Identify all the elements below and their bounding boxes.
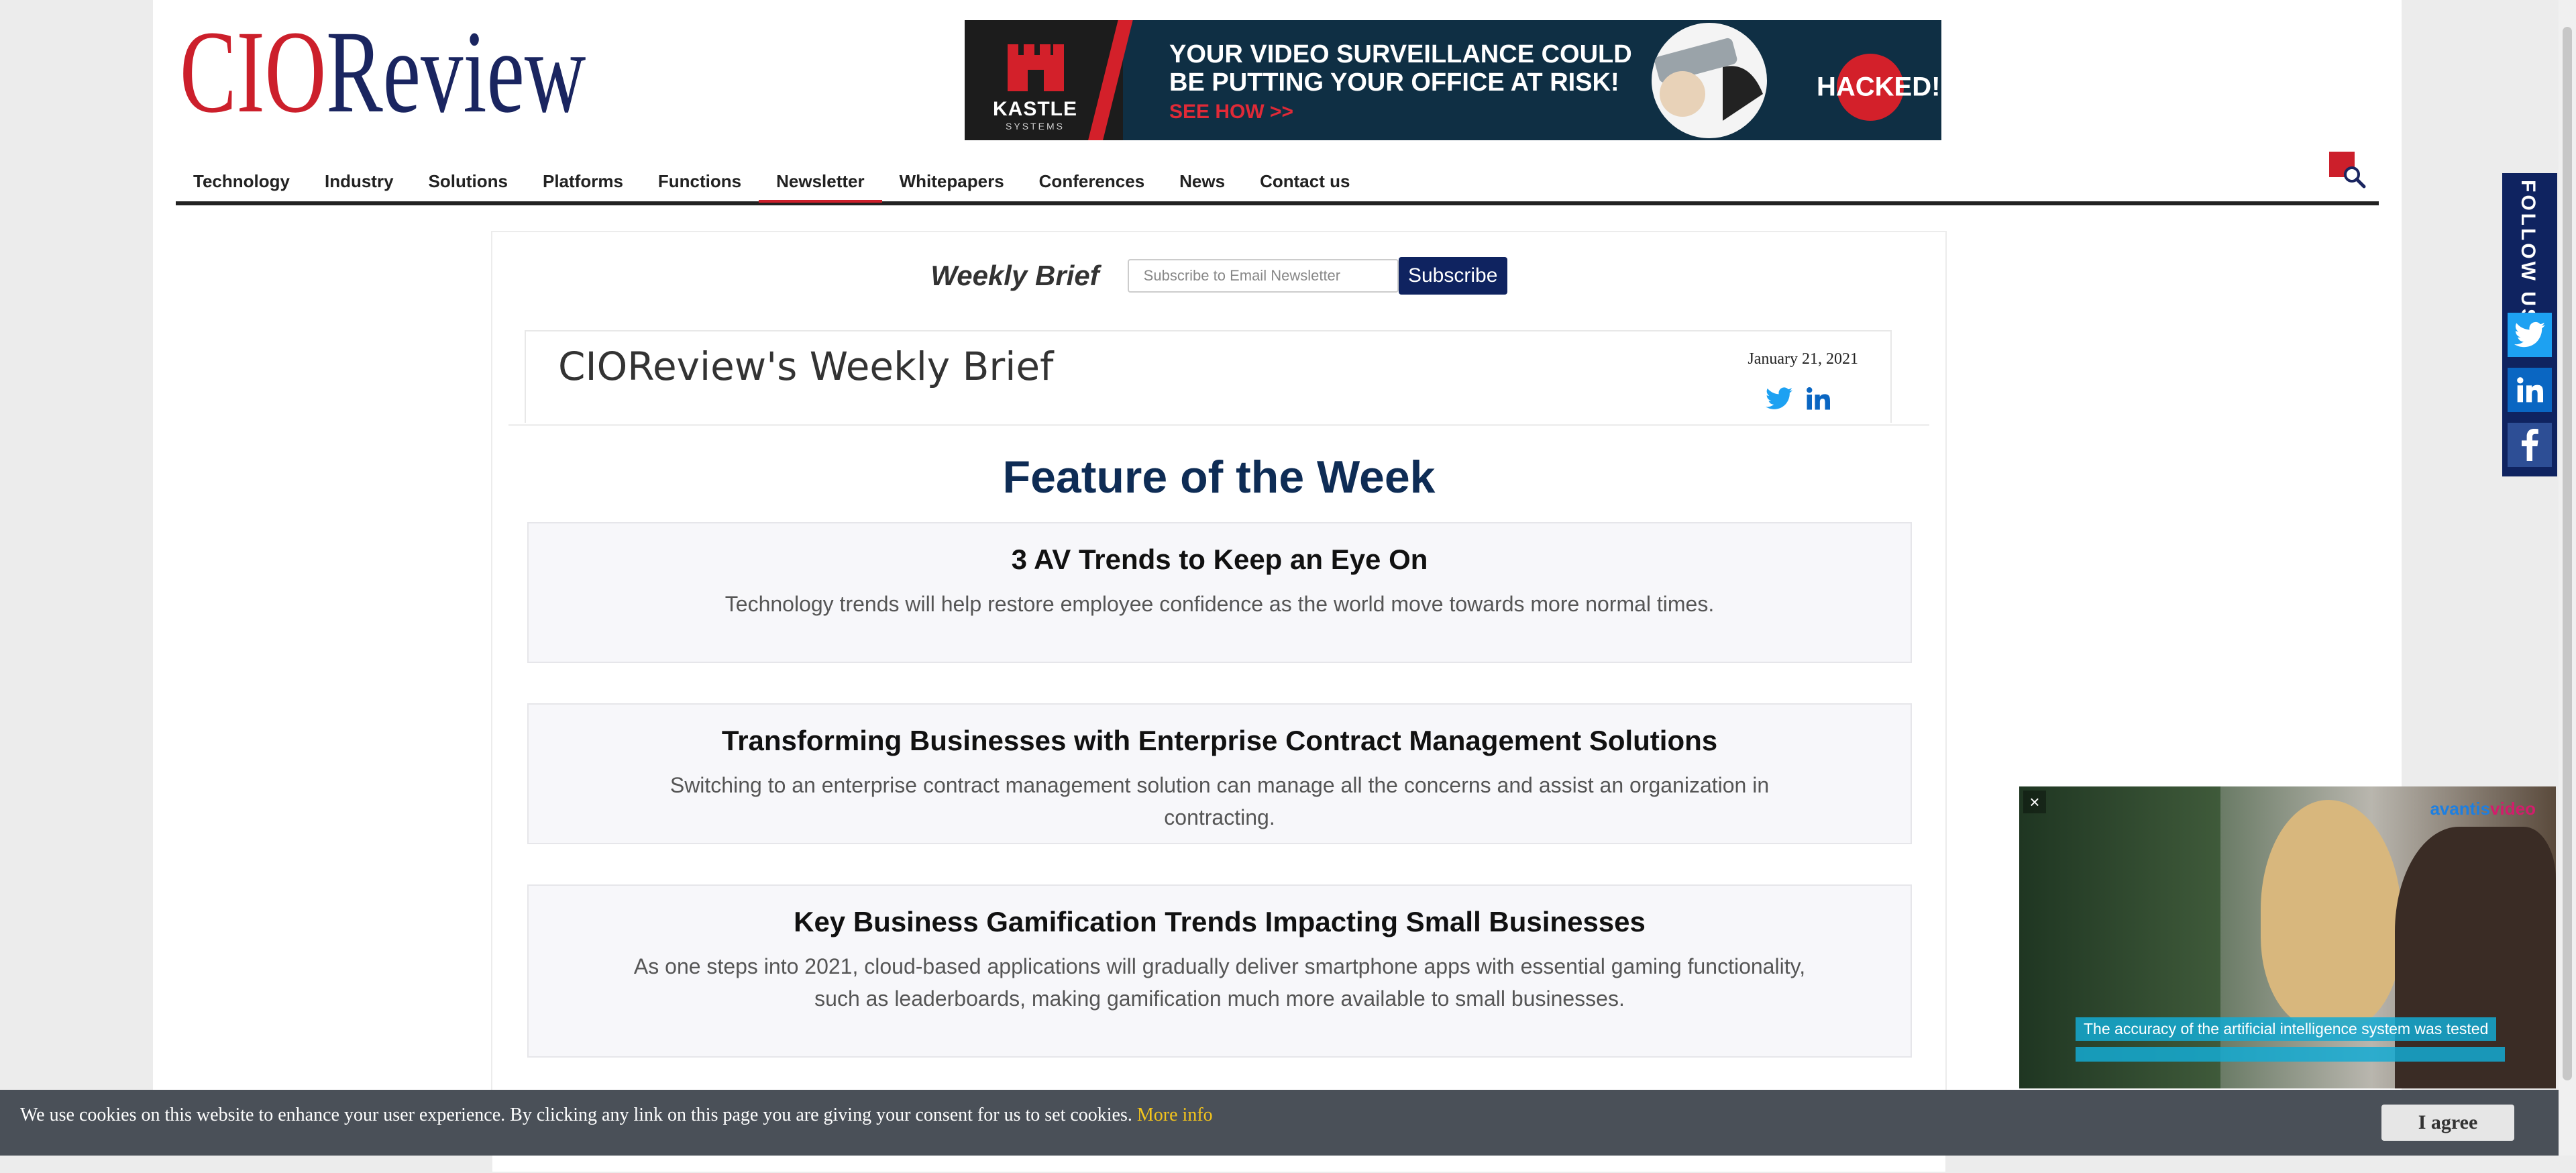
divider [508, 424, 1929, 426]
nav-item-newsletter[interactable]: Newsletter [759, 161, 882, 203]
video-caption-bar [2076, 1047, 2505, 1062]
feature-card-title[interactable]: Transforming Businesses with Enterprise … [529, 725, 1911, 757]
subscribe-row: Weekly Brief Subscribe to Email Newslett… [492, 252, 1945, 299]
follow-linkedin-button[interactable] [2508, 368, 2552, 412]
video-bg-left [2019, 786, 2220, 1088]
feature-card[interactable]: 3 AV Trends to Keep an Eye On Technology… [527, 522, 1912, 663]
castle-icon [1008, 44, 1064, 91]
nav-item-conferences[interactable]: Conferences [1022, 161, 1163, 201]
search-icon[interactable] [2329, 152, 2367, 189]
main-nav: Technology Industry Solutions Platforms … [176, 161, 2379, 205]
nav-item-contact-us[interactable]: Contact us [1242, 161, 1367, 201]
agree-button[interactable]: I agree [2381, 1105, 2514, 1141]
follow-us-label: FOLLOW US [2517, 180, 2539, 325]
video-caption: The accuracy of the artificial intellige… [2076, 1017, 2497, 1041]
nav-item-solutions[interactable]: Solutions [411, 161, 525, 201]
ad-brand-name: KASTLE [993, 98, 1077, 120]
newsletter-panel: Weekly Brief Subscribe to Email Newslett… [491, 231, 1947, 1173]
ad-headline: YOUR VIDEO SURVEILLANCE COULD BE PUTTING… [1169, 40, 1632, 97]
banner-ad[interactable]: KASTLE SYSTEMS YOUR VIDEO SURVEILLANCE C… [965, 20, 1941, 140]
ad-hacked-text: HACKED! [1817, 72, 1941, 102]
follow-facebook-button[interactable] [2508, 423, 2552, 467]
feature-card-title[interactable]: Key Business Gamification Trends Impacti… [529, 906, 1911, 938]
email-subscribe-input[interactable]: Subscribe to Email Newsletter [1127, 259, 1399, 293]
issue-date: January 21, 2021 [1748, 350, 1858, 368]
ad-brand-sub: SYSTEMS [1006, 121, 1065, 132]
nav-item-functions[interactable]: Functions [641, 161, 759, 201]
cookie-banner: We use cookies on this website to enhanc… [0, 1090, 2576, 1156]
nav-item-platforms[interactable]: Platforms [525, 161, 641, 201]
site-logo[interactable]: CIO Review [180, 7, 586, 138]
more-info-link[interactable]: More info [1137, 1105, 1213, 1125]
cookie-message: We use cookies on this website to enhanc… [20, 1105, 1132, 1125]
nav-item-news[interactable]: News [1162, 161, 1242, 201]
twitter-icon[interactable] [1766, 387, 1792, 411]
feature-card-desc: Technology trends will help restore empl… [724, 592, 1715, 616]
feature-card-desc: Switching to an enterprise contract mana… [669, 773, 1770, 829]
feature-of-the-week-title: Feature of the Week [1002, 452, 1436, 503]
video-brand-b: video [2490, 799, 2536, 819]
feature-card[interactable]: Transforming Businesses with Enterprise … [527, 703, 1912, 844]
logo-review: Review [326, 7, 586, 138]
follow-twitter-button[interactable] [2508, 313, 2552, 357]
feature-card[interactable]: Key Business Gamification Trends Impacti… [527, 884, 1912, 1058]
weekly-brief-label: Weekly Brief [930, 260, 1099, 291]
weekly-brief-title: CIOReview's Weekly Brief [558, 344, 1054, 389]
nav-item-whitepapers[interactable]: Whitepapers [882, 161, 1022, 201]
twitter-icon [2514, 321, 2545, 348]
follow-us-bar: FOLLOW US [2502, 173, 2557, 476]
facebook-icon [2522, 429, 2538, 461]
cookie-message-wrap: We use cookies on this website to enhanc… [20, 1090, 1213, 1141]
video-brand-a: avantis [2430, 799, 2491, 819]
scrollbar-thumb[interactable] [2563, 27, 2572, 1080]
nav-item-industry[interactable]: Industry [307, 161, 411, 201]
feature-card-title[interactable]: 3 AV Trends to Keep an Eye On [529, 544, 1911, 576]
close-icon[interactable]: × [2023, 790, 2046, 813]
video-brand: avantisvideo [2430, 799, 2536, 819]
ad-cta[interactable]: SEE HOW >> [1169, 101, 1293, 123]
linkedin-icon [2517, 377, 2543, 403]
surveillance-illustration [1652, 23, 1767, 138]
video-player[interactable]: avantisvideo The accuracy of the artific… [2019, 786, 2556, 1088]
nav-item-technology[interactable]: Technology [176, 161, 307, 201]
logo-cio: CIO [180, 7, 327, 138]
share-links [1766, 387, 1830, 411]
linkedin-icon[interactable] [1806, 387, 1830, 411]
page-scrollbar[interactable] [2559, 0, 2576, 1156]
weekly-brief-header: CIOReview's Weekly Brief January 21, 202… [525, 330, 1892, 423]
feature-card-desc: As one steps into 2021, cloud-based appl… [633, 954, 1806, 1011]
subscribe-button[interactable]: Subscribe [1398, 257, 1507, 295]
